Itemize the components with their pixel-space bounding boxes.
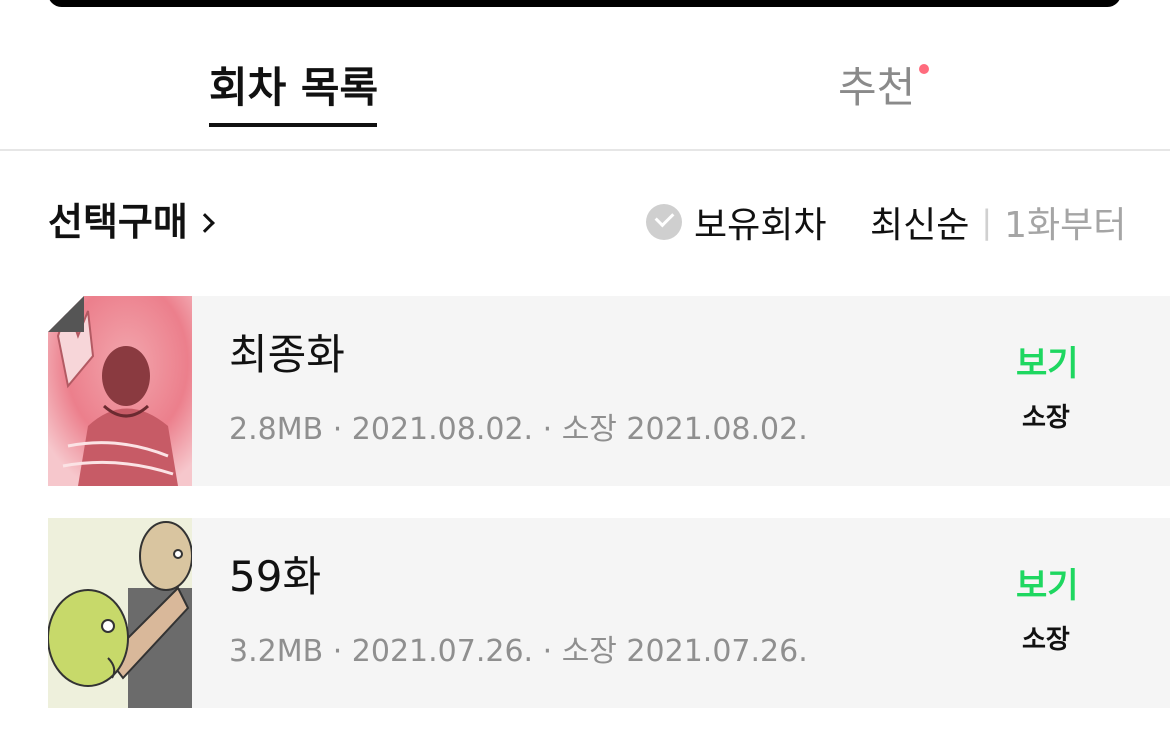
tab-episode-list-label: 회차 목록 bbox=[209, 63, 379, 112]
sort-from-first-button[interactable]: 1화부터 bbox=[1004, 196, 1126, 248]
episode-row[interactable]: 최종화 2.8MB · 2021.08.02. · 소장 2021.08.02.… bbox=[48, 296, 1170, 486]
view-button[interactable]: 보기 bbox=[1016, 340, 1079, 388]
episode-meta: 2.8MB · 2021.08.02. · 소장 2021.08.02. bbox=[229, 412, 808, 447]
tab-recommend-label: 추천 bbox=[838, 63, 916, 112]
owned-episodes-label: 보유회차 bbox=[694, 205, 827, 246]
episode-thumbnail bbox=[48, 518, 192, 708]
episode-thumbnail bbox=[48, 296, 192, 486]
episode-row[interactable]: 59화 3.2MB · 2021.07.26. · 소장 2021.07.26.… bbox=[48, 518, 1170, 708]
tab-bar: 회차 목록 추천 bbox=[0, 0, 1170, 151]
select-buy-button[interactable]: 선택구매 bbox=[48, 190, 215, 254]
sort-separator: | bbox=[981, 203, 993, 241]
filter-row: 선택구매 보유회차 최신순 | 1화부터 bbox=[0, 190, 1170, 254]
page-fold-icon bbox=[48, 296, 84, 332]
tab-episode-list[interactable]: 회차 목록 bbox=[209, 58, 379, 127]
owned-status: 소장 bbox=[1022, 625, 1070, 655]
owned-status: 소장 bbox=[1022, 403, 1070, 433]
chevron-right-icon bbox=[194, 213, 215, 233]
episode-title: 59화 bbox=[229, 552, 322, 601]
select-buy-label: 선택구매 bbox=[48, 200, 188, 244]
sort-latest-button[interactable]: 최신순 bbox=[870, 196, 969, 248]
view-button[interactable]: 보기 bbox=[1016, 562, 1079, 610]
sort-options: 최신순 | 1화부터 bbox=[870, 190, 1126, 254]
episode-title: 최종화 bbox=[229, 330, 345, 379]
check-circle-icon bbox=[646, 204, 682, 240]
active-tab-indicator bbox=[209, 123, 377, 127]
new-badge-dot bbox=[919, 64, 930, 74]
tab-recommend[interactable]: 추천 bbox=[838, 58, 930, 118]
episode-meta: 3.2MB · 2021.07.26. · 소장 2021.07.26. bbox=[229, 634, 808, 669]
owned-episodes-toggle[interactable]: 보유회차 bbox=[646, 190, 826, 254]
